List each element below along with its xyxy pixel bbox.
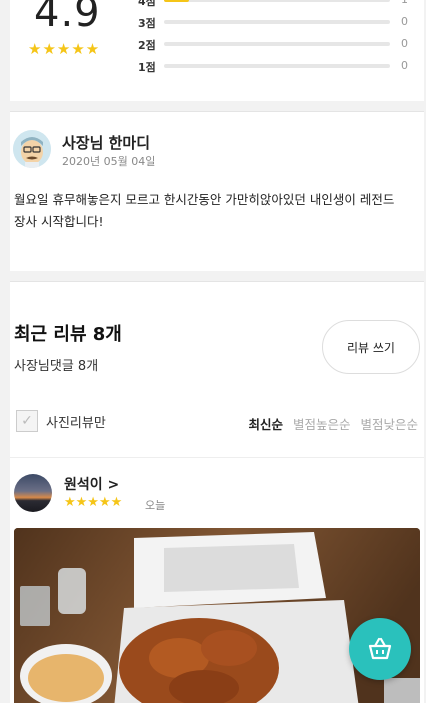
rating-row-4: 4점 1 (138, 0, 408, 8)
owner-avatar (13, 130, 51, 168)
rating-row-label: 2점 (138, 39, 156, 52)
owner-character-icon (13, 130, 51, 168)
average-score: 4.9 (34, 0, 101, 36)
review-photo[interactable] (14, 528, 420, 703)
owner-reply-count: 사장님댓글 8개 (14, 359, 99, 374)
reviews-title: 최근 리뷰 8개 (14, 324, 122, 345)
reviewer-avatar[interactable] (14, 474, 52, 512)
cart-fab-button[interactable] (349, 618, 411, 680)
rating-row-1: 1점 0 (138, 59, 408, 74)
rating-row-3: 3점 0 (138, 15, 408, 30)
photo-only-checkbox[interactable]: ✓ (16, 410, 38, 432)
owner-comment-date: 2020년 05월 04일 (62, 155, 156, 168)
basket-icon (368, 637, 392, 660)
owner-comment: 사장님 한마디 2020년 05월 04일 월요일 휴무해놓은지 모르고 한시간… (10, 111, 424, 271)
rating-row-count: 0 (401, 37, 408, 50)
rating-row-label: 4점 (138, 0, 156, 8)
write-review-button[interactable]: 리뷰 쓰기 (322, 320, 420, 374)
sort-tab-rating-high[interactable]: 별점높은순 (293, 414, 351, 433)
sort-tab-rating-low[interactable]: 별점낮은순 (360, 414, 418, 433)
rating-bar-fill (164, 0, 189, 2)
rating-row-2: 2점 0 (138, 37, 408, 52)
rating-row-label: 1점 (138, 61, 156, 74)
rating-bar-track (164, 64, 390, 68)
rating-row-count: 0 (401, 15, 408, 28)
rating-summary: 4.9 ★★★★★ 4점 1 3점 0 2점 0 1점 0 (10, 0, 424, 101)
divider (10, 457, 424, 458)
rating-bar-track (164, 20, 390, 24)
owner-comment-title: 사장님 한마디 (62, 134, 151, 152)
sort-tabs: 최신순 별점높은순 별점낮은순 (248, 414, 418, 433)
rating-bar-track (164, 0, 390, 2)
photo-only-label: 사진리뷰만 (46, 415, 106, 431)
reviewer-name-link[interactable]: 원석이 > (64, 474, 119, 494)
average-stars: ★★★★★ (28, 40, 101, 58)
review-date: 오늘 (145, 499, 166, 512)
check-icon: ✓ (21, 413, 33, 429)
rating-row-count: 0 (401, 59, 408, 72)
review-photo-image (14, 528, 420, 703)
rating-row-count: 1 (401, 0, 408, 6)
photo-review-filter[interactable]: ✓ 사진리뷰만 (16, 410, 106, 432)
rating-bar-track (164, 42, 390, 46)
review-stars: ★★★★★ (64, 495, 123, 510)
rating-row-label: 3점 (138, 17, 156, 30)
sort-tab-latest[interactable]: 최신순 (248, 414, 283, 433)
owner-comment-text: 월요일 휴무해놓은지 모르고 한시간동안 가만히앉아있던 내인생이 레전드 장사… (14, 192, 395, 229)
